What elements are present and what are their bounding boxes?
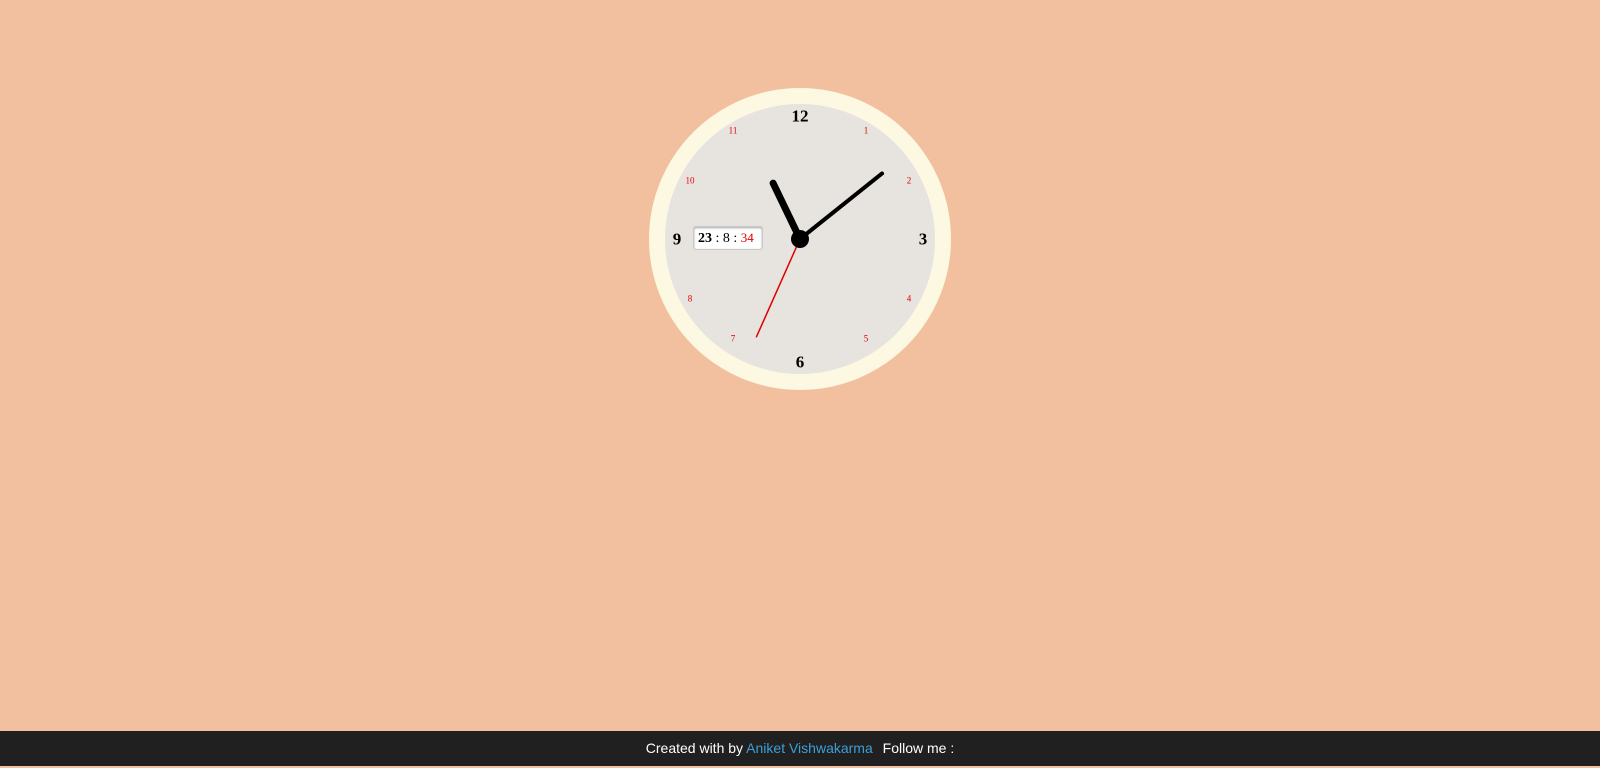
numeral-5: 5	[863, 333, 869, 344]
numeral-6: 6	[795, 352, 805, 372]
numeral-9: 9	[672, 229, 682, 249]
numeral-4: 4	[906, 293, 912, 304]
digital-seconds: 34	[740, 230, 754, 245]
footer-follow-text: Follow me :	[882, 740, 955, 756]
digital-minutes: 8	[722, 231, 730, 246]
numeral-1: 1	[863, 125, 869, 136]
digital-time-display: 23 : 8 : 34	[693, 226, 763, 250]
digital-separator: :	[715, 231, 720, 246]
digital-separator: :	[733, 231, 738, 246]
digital-hours: 23	[698, 231, 712, 246]
numeral-8: 8	[687, 293, 693, 304]
footer: Created with by Aniket Vishwakarma Follo…	[0, 731, 1600, 766]
numeral-12: 12	[791, 106, 809, 126]
author-link[interactable]: Aniket Vishwakarma	[746, 740, 873, 756]
numeral-2: 2	[906, 175, 912, 186]
numeral-7: 7	[730, 333, 736, 344]
numeral-11: 11	[728, 125, 738, 136]
numeral-3: 3	[918, 229, 928, 249]
numeral-10: 10	[685, 175, 695, 186]
footer-created-text: Created with by	[645, 740, 744, 756]
